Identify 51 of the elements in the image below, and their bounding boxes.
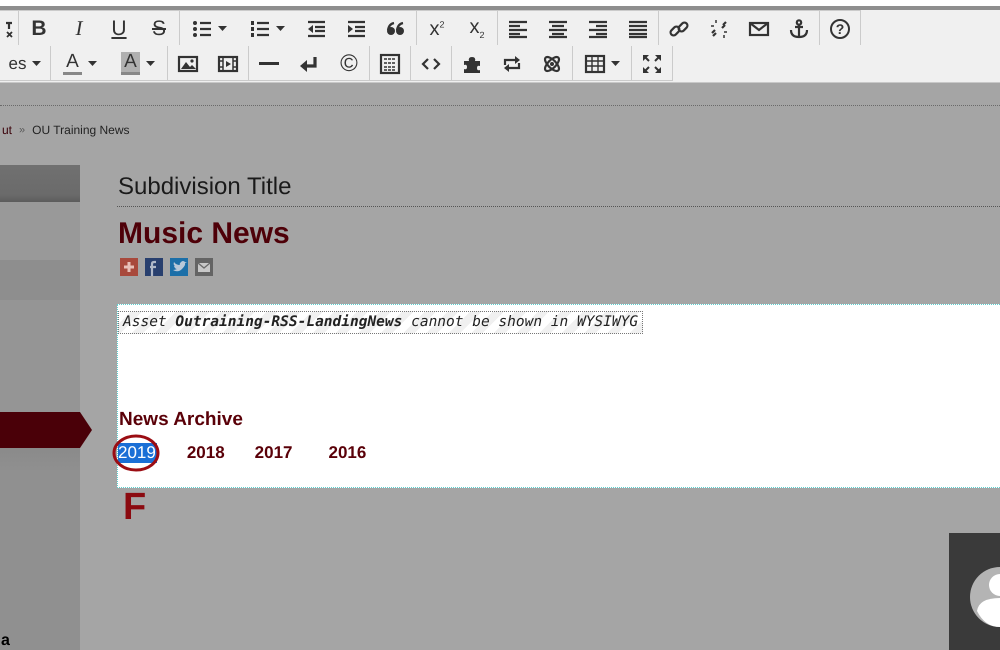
page-title: Music News <box>118 217 291 251</box>
user-avatar-icon <box>969 566 1000 626</box>
format-button[interactable]: x$_{2}$ <box>457 11 497 46</box>
text-color-button[interactable]: A <box>51 46 109 81</box>
breadcrumb-link[interactable]: ut <box>2 123 12 137</box>
indent-icon <box>346 18 366 38</box>
facebook-icon[interactable] <box>145 258 163 276</box>
subdivision-title: Subdivision Title <box>117 172 292 202</box>
horizontal-line-icon <box>259 62 279 65</box>
align-justify-icon <box>628 18 648 38</box>
link-icon <box>669 18 689 38</box>
year-link[interactable]: 2017 <box>254 443 292 463</box>
maximize-icon <box>642 54 662 74</box>
format-button[interactable]: x$^{2}$ <box>417 11 457 46</box>
format-button[interactable]: © <box>329 46 369 81</box>
template-icon <box>380 54 400 74</box>
atom-icon <box>542 54 562 74</box>
annotation-label: F <box>123 488 148 526</box>
highlight-color-button[interactable]: A <box>109 46 167 81</box>
format-button[interactable]: U <box>99 11 139 46</box>
annotation-circle <box>112 433 160 473</box>
year-link[interactable]: 2019 <box>118 443 157 463</box>
repeat-arrows-icon <box>502 54 522 74</box>
anchor-icon <box>789 18 809 38</box>
breadcrumb-current: OU Training News <box>32 123 130 137</box>
format-button[interactable]: B <box>19 11 59 46</box>
share-plus-icon[interactable] <box>120 258 138 276</box>
chat-widget[interactable] <box>949 533 1000 650</box>
image-icon <box>178 54 198 74</box>
align-center-icon <box>548 18 568 38</box>
year-link[interactable]: 2016 <box>328 443 366 463</box>
format-button[interactable]: ? <box>820 11 860 46</box>
format-button[interactable]: S <box>139 11 179 46</box>
twitter-icon[interactable] <box>170 258 188 276</box>
table-icon <box>584 54 604 74</box>
year-link[interactable]: 2018 <box>186 443 225 463</box>
bulleted-list-icon <box>192 18 212 38</box>
asset-placeholder: Asset Outraining-RSS-LandingNews cannot be shown in WYSIWYG <box>118 311 644 334</box>
styles-dropdown[interactable]: es <box>0 46 50 81</box>
format-button[interactable]: I <box>59 11 99 46</box>
align-right-icon <box>588 18 608 38</box>
email-icon[interactable] <box>195 258 213 276</box>
film-icon <box>218 54 238 74</box>
clear-format-icon <box>6 20 12 38</box>
sidebar-text: a <box>1 632 10 650</box>
breadcrumb-separator: » <box>19 124 26 136</box>
sidebar-item[interactable] <box>0 412 92 448</box>
align-left-icon <box>508 18 528 38</box>
numbered-list-icon <box>250 18 270 38</box>
archive-heading: News Archive <box>119 408 244 432</box>
outdent-icon <box>306 18 326 38</box>
